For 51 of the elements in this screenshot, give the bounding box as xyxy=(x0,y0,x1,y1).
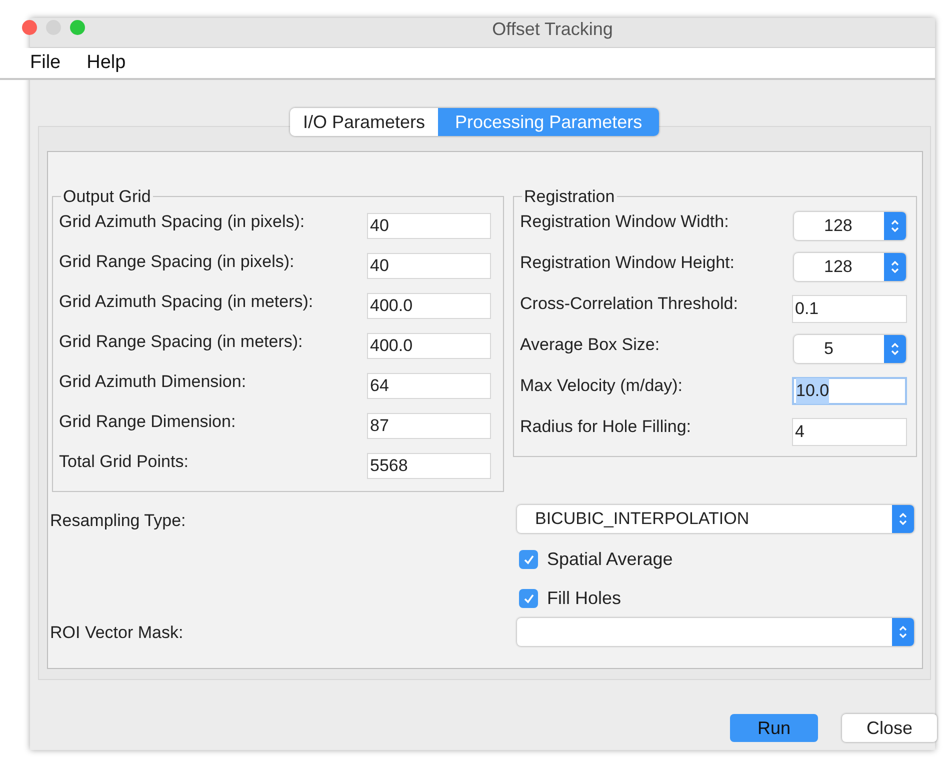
tab[interactable]: I/O Parameters xyxy=(290,108,438,136)
up-down-arrows-icon[interactable] xyxy=(884,253,906,281)
input-field[interactable]: 40 xyxy=(367,252,491,278)
field-label: Grid Azimuth Spacing (in pixels): xyxy=(59,210,306,233)
input-field[interactable]: 10.0 xyxy=(792,377,907,405)
field-label: Grid Azimuth Spacing (in meters): xyxy=(59,290,314,313)
field-label: Radius for Hole Filling: xyxy=(520,416,692,438)
checkbox-label: Fill Holes xyxy=(547,587,622,610)
up-down-arrows-icon[interactable] xyxy=(892,618,914,646)
check-icon xyxy=(522,554,534,566)
spinner-field[interactable]: 5 xyxy=(794,335,906,363)
up-down-arrows-icon[interactable] xyxy=(884,212,906,240)
spinner-field[interactable]: 128 xyxy=(794,212,906,240)
checkbox[interactable] xyxy=(519,589,538,608)
field-label: Registration Window Height: xyxy=(520,252,736,274)
field-label: Cross-Correlation Threshold: xyxy=(520,293,739,316)
spinner-field[interactable]: 128 xyxy=(794,253,906,281)
up-down-arrows-icon[interactable] xyxy=(884,335,906,363)
field-label: Average Box Size: xyxy=(520,334,661,356)
maximize-window-icon[interactable] xyxy=(70,20,85,35)
dropdown[interactable] xyxy=(517,618,914,646)
field-label: Total Grid Points: xyxy=(59,450,190,473)
menu-item[interactable]: Help xyxy=(86,48,126,78)
input-field[interactable]: 5568 xyxy=(367,452,491,478)
dropdown[interactable]: BICUBIC_INTERPOLATION xyxy=(517,505,914,533)
field-label: ROI Vector Mask: xyxy=(50,622,184,644)
input-field[interactable]: 0.1 xyxy=(792,295,907,323)
field-label: Registration Window Width: xyxy=(520,211,730,234)
input-field[interactable]: 4 xyxy=(792,418,907,446)
close-window-icon[interactable] xyxy=(22,20,37,35)
field-label: Resampling Type: xyxy=(50,510,186,532)
checkbox-label: Spatial Average xyxy=(547,548,673,571)
input-field[interactable]: 64 xyxy=(367,372,491,398)
close-button[interactable]: Close xyxy=(842,714,937,742)
input-field[interactable]: 400.0 xyxy=(367,292,491,318)
menu-item[interactable]: File xyxy=(30,48,61,78)
check-icon xyxy=(522,592,534,604)
run-button[interactable]: Run xyxy=(730,714,818,742)
up-down-arrows-icon[interactable] xyxy=(892,505,914,533)
field-label: Grid Azimuth Dimension: xyxy=(59,370,248,393)
input-field[interactable]: 87 xyxy=(367,412,491,438)
field-label: Grid Range Dimension: xyxy=(59,410,237,433)
field-label: Grid Range Spacing (in meters): xyxy=(59,330,304,353)
window-title: Offset Tracking xyxy=(491,18,613,41)
input-field[interactable]: 400.0 xyxy=(367,332,491,358)
field-label: Max Velocity (m/day): xyxy=(520,375,684,398)
group-title: Output Grid xyxy=(62,186,152,208)
input-field[interactable]: 40 xyxy=(367,212,491,238)
group-title: Registration xyxy=(523,186,616,208)
checkbox[interactable] xyxy=(519,550,538,569)
field-label: Grid Range Spacing (in pixels): xyxy=(59,250,296,273)
